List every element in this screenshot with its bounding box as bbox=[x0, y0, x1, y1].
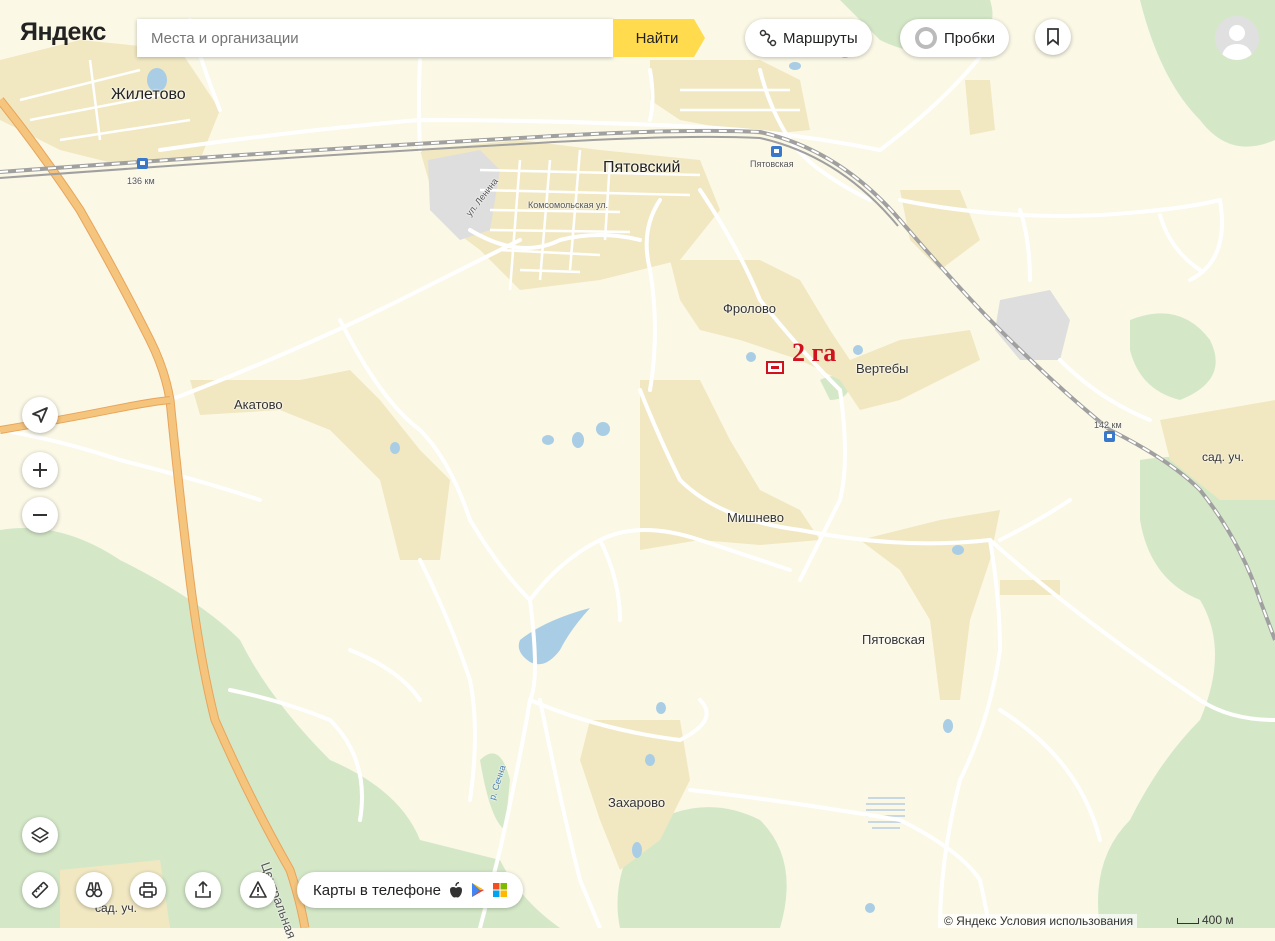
apple-icon bbox=[450, 882, 462, 898]
terms-link[interactable]: Условия использования bbox=[1000, 914, 1133, 928]
station-label-136km: 136 км bbox=[127, 176, 155, 186]
area-annotation: 2 га bbox=[792, 338, 837, 367]
traffic-icon bbox=[915, 27, 937, 49]
share-icon bbox=[195, 881, 211, 898]
place-label-frolovo[interactable]: Фролово bbox=[723, 301, 776, 316]
routes-button[interactable]: Маршруты bbox=[745, 19, 872, 57]
search-button[interactable]: Найти bbox=[613, 19, 705, 57]
report-error-button[interactable] bbox=[240, 872, 276, 908]
windows-icon bbox=[493, 883, 507, 897]
scale-line bbox=[1177, 917, 1199, 924]
copyright-label: © Яндекс bbox=[944, 914, 997, 928]
navigation-arrow-icon bbox=[32, 407, 48, 423]
place-label-vertebi[interactable]: Вертебы bbox=[856, 361, 909, 376]
scale-label: 400 м bbox=[1202, 913, 1234, 927]
search-input[interactable] bbox=[137, 19, 613, 57]
plus-icon bbox=[33, 463, 47, 477]
bookmarks-button[interactable] bbox=[1035, 19, 1071, 55]
place-label-mishnevo[interactable]: Мишнево bbox=[727, 510, 784, 525]
place-label-sad-uch[interactable]: сад. уч. bbox=[1202, 450, 1244, 464]
route-icon bbox=[759, 29, 777, 47]
user-avatar[interactable] bbox=[1215, 16, 1259, 60]
share-button[interactable] bbox=[185, 872, 221, 908]
routes-label: Маршруты bbox=[783, 29, 858, 47]
ruler-button[interactable] bbox=[22, 872, 58, 908]
copyright: © Яндекс Условия использования bbox=[940, 914, 1138, 928]
place-label-pyatovsky[interactable]: Пятовский bbox=[603, 159, 680, 177]
zoom-out-button[interactable] bbox=[22, 497, 58, 533]
place-label-akatovo[interactable]: Акатово bbox=[234, 397, 283, 412]
avatar-icon bbox=[1221, 25, 1253, 60]
minus-icon bbox=[33, 514, 47, 516]
layers-icon bbox=[31, 827, 49, 843]
google-play-icon bbox=[472, 883, 484, 897]
locate-button[interactable] bbox=[22, 397, 58, 433]
ruler-icon bbox=[31, 881, 49, 899]
scale-bar: 400 м bbox=[1177, 913, 1234, 927]
station-label-pyatovskaya: Пятовская bbox=[750, 159, 794, 169]
warning-icon bbox=[249, 881, 267, 898]
layers-button[interactable] bbox=[22, 817, 58, 853]
street-label-komsomolskaya: Комсомольская ул. bbox=[528, 200, 609, 210]
maps-in-phone-button[interactable]: Карты в телефоне bbox=[297, 872, 523, 908]
print-button[interactable] bbox=[130, 872, 166, 908]
station-label-142km: 142 км bbox=[1094, 420, 1122, 430]
place-label-zhiletovo[interactable]: Жилетово bbox=[111, 86, 186, 104]
map-canvas[interactable] bbox=[0, 0, 1275, 928]
place-label-zakharovo[interactable]: Захарово bbox=[608, 795, 665, 810]
maps-in-phone-label: Карты в телефоне bbox=[313, 881, 441, 899]
binoculars-icon bbox=[85, 882, 103, 898]
printer-icon bbox=[139, 882, 157, 898]
traffic-label: Пробки bbox=[944, 29, 995, 47]
traffic-button[interactable]: Пробки bbox=[900, 19, 1009, 57]
yandex-logo[interactable]: Яндекс bbox=[20, 18, 106, 47]
panorama-button[interactable] bbox=[76, 872, 112, 908]
zoom-in-button[interactable] bbox=[22, 452, 58, 488]
place-label-pyatovskaya[interactable]: Пятовская bbox=[862, 632, 925, 647]
plot-marker bbox=[766, 361, 784, 374]
bookmark-icon bbox=[1047, 28, 1059, 46]
